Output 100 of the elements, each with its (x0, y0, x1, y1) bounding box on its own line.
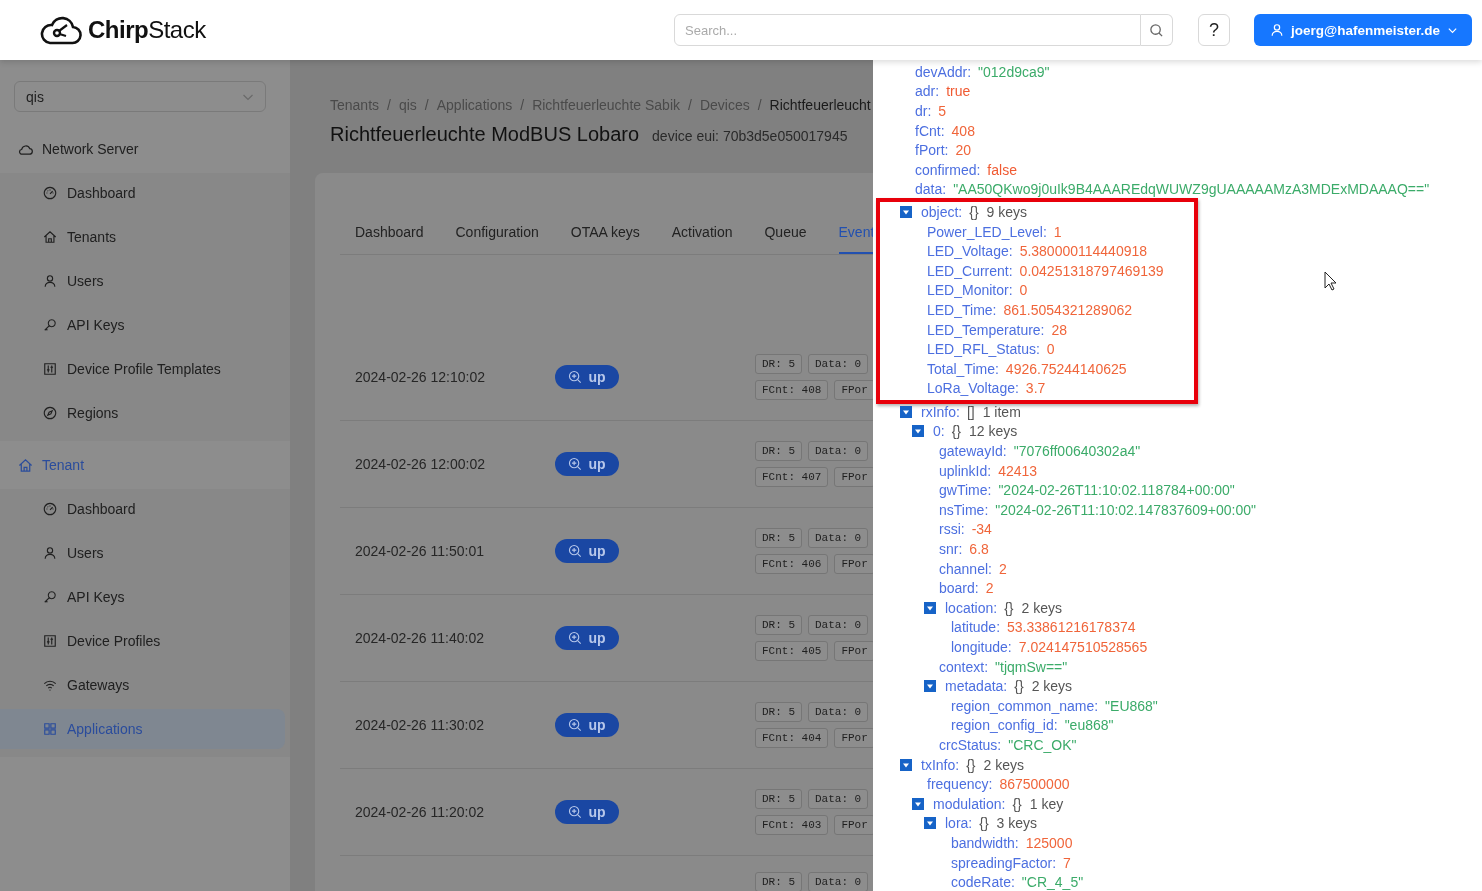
json-key: data: (915, 181, 947, 198)
json-key: region_config_id: (951, 717, 1058, 734)
menu-item[interactable]: Device Profiles (0, 621, 285, 661)
menu-item[interactable]: Dashboard (0, 173, 285, 213)
event-tag: Data: 0 (808, 528, 869, 548)
event-time: 2024-02-26 11:50:01 (355, 543, 484, 559)
event-time: 2024-02-26 12:10:02 (355, 369, 485, 385)
search-button[interactable] (1141, 14, 1174, 46)
event-tag: FCnt: 403 (755, 815, 829, 835)
grid-icon (43, 722, 57, 736)
expand-toggle[interactable] (900, 205, 912, 218)
json-value: 0.04251318797469139 (1019, 262, 1164, 279)
json-value: 125000 (1025, 834, 1073, 851)
type-bracket: {} (979, 815, 989, 832)
expand-toggle[interactable] (900, 405, 912, 418)
zoom-in-icon (568, 805, 583, 819)
json-value: 861.5054321289062 (1003, 301, 1132, 318)
event-button[interactable]: up (555, 713, 619, 737)
event-tag: FPor (834, 554, 873, 574)
json-value: 2 (998, 560, 1007, 577)
menu-item[interactable]: Regions (0, 393, 285, 433)
event-tag: Data: 0 (808, 789, 869, 809)
sliders-icon (43, 362, 57, 376)
json-key: metadata: (945, 678, 1008, 695)
item-count: 3 keys (996, 815, 1038, 832)
menu-item[interactable]: Users (0, 533, 285, 573)
event-tag: Data: 0 (808, 354, 869, 374)
expand-toggle[interactable] (924, 601, 936, 614)
json-key: frequency: (927, 776, 993, 793)
event-tag: FPor (834, 641, 873, 661)
menu-group[interactable]: Network Server (0, 125, 290, 173)
event-tag: FCnt: 405 (755, 641, 829, 661)
menu-group[interactable]: Tenant (0, 441, 290, 489)
event-button[interactable]: up (555, 452, 619, 476)
search-icon (1149, 22, 1165, 38)
event-time: 2024-02-26 11:30:02 (355, 717, 484, 733)
json-value: true (946, 83, 971, 100)
expand-toggle[interactable] (912, 425, 924, 438)
json-key: gwTime: (939, 482, 992, 499)
tab[interactable]: Queue (764, 224, 807, 254)
json-value: "EU868" (1105, 697, 1158, 714)
tab[interactable]: Configuration (455, 224, 539, 254)
menu-item[interactable]: Device Profile Templates (0, 349, 285, 389)
json-key: location: (945, 599, 998, 616)
json-key: dr: (915, 103, 932, 119)
event-tag: FPor (834, 380, 873, 400)
help-button[interactable]: ? (1198, 14, 1231, 46)
breadcrumb-separator: / (424, 97, 429, 113)
json-key: channel: (939, 560, 992, 577)
menu-item[interactable]: Tenants (0, 217, 285, 257)
user-icon (43, 274, 57, 288)
expand-toggle[interactable] (924, 680, 936, 693)
menu-item[interactable]: Dashboard (0, 489, 285, 529)
tenant-select[interactable]: qis (14, 81, 266, 112)
json-value: -34 (971, 521, 992, 538)
event-button[interactable]: up (555, 365, 619, 389)
json-key: LoRa_Voltage: (927, 380, 1019, 397)
type-bracket: {} (969, 203, 979, 220)
event-tag: DR: 5 (755, 702, 802, 722)
user-menu-button[interactable]: joerg@hafenmeister.de (1254, 14, 1472, 46)
expand-toggle[interactable] (912, 797, 924, 810)
pointer-icon (1324, 271, 1338, 291)
json-value: 5 (938, 103, 947, 119)
json-value: "CRC_OK" (1008, 737, 1077, 753)
json-value: "CR_4_5" (1021, 874, 1084, 891)
expand-toggle[interactable] (900, 758, 912, 771)
breadcrumb-separator: / (688, 97, 692, 113)
json-key: adr: (915, 83, 940, 100)
menu-item[interactable]: Users (0, 261, 285, 301)
home-icon (43, 230, 57, 244)
breadcrumb-link[interactable]: Richtfeuerleucht (769, 97, 871, 113)
type-bracket: {} (1012, 795, 1022, 812)
menu-item[interactable]: Gateways (0, 665, 285, 705)
user-icon (43, 546, 57, 560)
event-tag: DR: 5 (755, 528, 802, 548)
event-button[interactable]: up (555, 626, 619, 650)
zoom-in-icon (568, 718, 583, 732)
type-bracket: {} (951, 423, 962, 440)
user-icon (1270, 23, 1285, 37)
json-key: board: (939, 580, 979, 597)
sliders-icon (43, 634, 57, 648)
json-key: longitude: (951, 639, 1012, 655)
search-field[interactable]: Search... (674, 14, 1142, 46)
json-value: 53.33861216178374 (1007, 619, 1136, 636)
tab[interactable]: Activation (671, 224, 733, 254)
json-key: devAddr: (915, 63, 972, 80)
event-button[interactable]: up (555, 800, 619, 824)
tab[interactable]: Dashboard (355, 224, 424, 254)
json-value: 28 (1051, 321, 1068, 338)
gauge-icon (43, 502, 57, 516)
home-icon (18, 457, 33, 473)
menu-item[interactable]: API Keys (0, 305, 285, 345)
tab[interactable]: OTAA keys (570, 224, 640, 254)
compass-icon (43, 406, 57, 420)
expand-toggle[interactable] (924, 817, 936, 830)
event-button[interactable]: up (555, 539, 619, 563)
event-tag: FCnt: 406 (755, 554, 829, 574)
zoom-in-icon (568, 544, 583, 558)
menu-item[interactable]: API Keys (0, 577, 285, 617)
json-value: "2024-02-26T11:10:02.147837609+00:00" (995, 501, 1257, 518)
